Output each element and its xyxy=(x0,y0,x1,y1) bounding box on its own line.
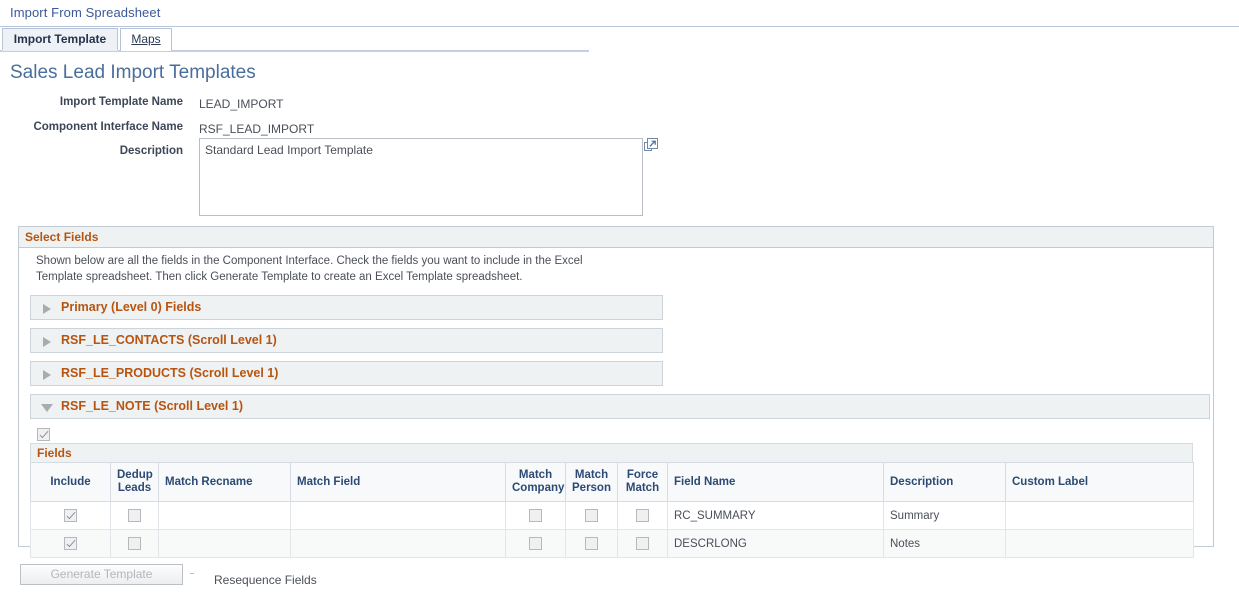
select-fields-instructions: Shown below are all the fields in the Co… xyxy=(36,254,596,285)
chevron-down-icon xyxy=(41,404,53,412)
checkbox-unchecked-icon xyxy=(585,537,598,550)
group-rsf-le-note-label: RSF_LE_NOTE (Scroll Level 1) xyxy=(61,399,243,413)
fields-grid: Include Dedup Leads Match Recname Match … xyxy=(30,462,1194,558)
cell-match-company[interactable] xyxy=(506,502,566,530)
page-breadcrumb-title: Import From Spreadsheet xyxy=(10,5,160,20)
component-interface-name-label: Component Interface Name xyxy=(0,121,183,133)
col-custom-label[interactable]: Custom Label xyxy=(1006,463,1194,502)
select-all-fields-checkbox[interactable] xyxy=(37,426,50,444)
generate-template-button[interactable]: Generate Template xyxy=(20,564,183,585)
col-match-person[interactable]: Match Person xyxy=(566,463,618,502)
tab-import-template-label: Import Template xyxy=(14,32,106,46)
checkbox-unchecked-icon xyxy=(636,537,649,550)
cell-match-company[interactable] xyxy=(506,530,566,558)
checkbox-unchecked-icon xyxy=(529,509,542,522)
group-rsf-le-note[interactable]: RSF_LE_NOTE (Scroll Level 1) xyxy=(30,394,1210,419)
cell-force-match[interactable] xyxy=(618,530,668,558)
resequence-fields-link[interactable]: Resequence Fields xyxy=(214,573,317,587)
tab-strip: Import Template Maps xyxy=(0,28,589,52)
checkbox-unchecked-icon xyxy=(529,537,542,550)
group-rsf-le-products-label: RSF_LE_PRODUCTS (Scroll Level 1) xyxy=(61,366,278,380)
cell-field-name: DESCRLONG xyxy=(668,530,884,558)
group-primary-level-0-fields[interactable]: Primary (Level 0) Fields xyxy=(30,295,663,320)
cell-custom-label[interactable] xyxy=(1006,530,1194,558)
tab-maps-label: Maps xyxy=(131,32,160,46)
chevron-right-icon xyxy=(43,304,51,314)
chevron-right-icon xyxy=(43,337,51,347)
table-row: DESCRLONG Notes xyxy=(31,530,1194,558)
cell-include[interactable] xyxy=(31,502,111,530)
checkbox-unchecked-icon xyxy=(585,509,598,522)
cell-match-person[interactable] xyxy=(566,502,618,530)
checkbox-unchecked-icon xyxy=(128,537,141,550)
select-fields-panel: Select Fields Shown below are all the fi… xyxy=(18,226,1214,547)
checkbox-checked-icon xyxy=(64,537,77,550)
description-label: Description xyxy=(0,145,183,157)
col-match-company[interactable]: Match Company xyxy=(506,463,566,502)
group-rsf-le-contacts-label: RSF_LE_CONTACTS (Scroll Level 1) xyxy=(61,333,277,347)
cell-match-recname[interactable] xyxy=(159,530,291,558)
col-description[interactable]: Description xyxy=(884,463,1006,502)
chevron-right-icon xyxy=(43,370,51,380)
group-rsf-le-products[interactable]: RSF_LE_PRODUCTS (Scroll Level 1) xyxy=(30,361,663,386)
cell-description: Notes xyxy=(884,530,1006,558)
component-interface-name-value: RSF_LEAD_IMPORT xyxy=(199,122,314,136)
fields-grid-caption-label: Fields xyxy=(37,446,72,460)
checkbox-checked-icon xyxy=(37,428,50,441)
col-force-match[interactable]: Force Match xyxy=(618,463,668,502)
checkbox-unchecked-icon xyxy=(636,509,649,522)
select-fields-title: Select Fields xyxy=(25,230,98,244)
description-textarea[interactable] xyxy=(199,138,643,216)
top-bar: Import From Spreadsheet xyxy=(0,0,1239,27)
tab-import-template[interactable]: Import Template xyxy=(2,28,118,51)
cell-dedup-leads[interactable] xyxy=(111,530,159,558)
table-row: RC_SUMMARY Summary xyxy=(31,502,1194,530)
tab-maps[interactable]: Maps xyxy=(120,28,172,51)
checkbox-unchecked-icon xyxy=(128,509,141,522)
import-from-spreadsheet-page: Import From Spreadsheet Import Template … xyxy=(0,0,1239,595)
cell-force-match[interactable] xyxy=(618,502,668,530)
expand-textarea-icon[interactable] xyxy=(643,137,659,153)
col-field-name[interactable]: Field Name xyxy=(668,463,884,502)
cell-dedup-leads[interactable] xyxy=(111,502,159,530)
cell-match-field[interactable] xyxy=(291,530,506,558)
separator-dash xyxy=(190,573,194,574)
cell-match-field[interactable] xyxy=(291,502,506,530)
page-title: Sales Lead Import Templates xyxy=(10,62,256,84)
col-dedup-leads[interactable]: Dedup Leads xyxy=(111,463,159,502)
cell-field-name: RC_SUMMARY xyxy=(668,502,884,530)
col-include[interactable]: Include xyxy=(31,463,111,502)
cell-custom-label[interactable] xyxy=(1006,502,1194,530)
checkbox-checked-icon xyxy=(64,509,77,522)
cell-match-person[interactable] xyxy=(566,530,618,558)
fields-grid-header-row: Include Dedup Leads Match Recname Match … xyxy=(31,463,1194,502)
group-primary-level-0-fields-label: Primary (Level 0) Fields xyxy=(61,300,201,314)
select-fields-header: Select Fields xyxy=(19,227,1213,248)
fields-grid-body: RC_SUMMARY Summary xyxy=(31,502,1194,558)
cell-description: Summary xyxy=(884,502,1006,530)
import-template-name-value: LEAD_IMPORT xyxy=(199,97,283,111)
cell-include[interactable] xyxy=(31,530,111,558)
group-rsf-le-contacts[interactable]: RSF_LE_CONTACTS (Scroll Level 1) xyxy=(30,328,663,353)
cell-match-recname[interactable] xyxy=(159,502,291,530)
fields-grid-caption: Fields xyxy=(30,443,1193,462)
import-template-name-label: Import Template Name xyxy=(0,96,183,108)
col-match-recname[interactable]: Match Recname xyxy=(159,463,291,502)
col-match-field[interactable]: Match Field xyxy=(291,463,506,502)
